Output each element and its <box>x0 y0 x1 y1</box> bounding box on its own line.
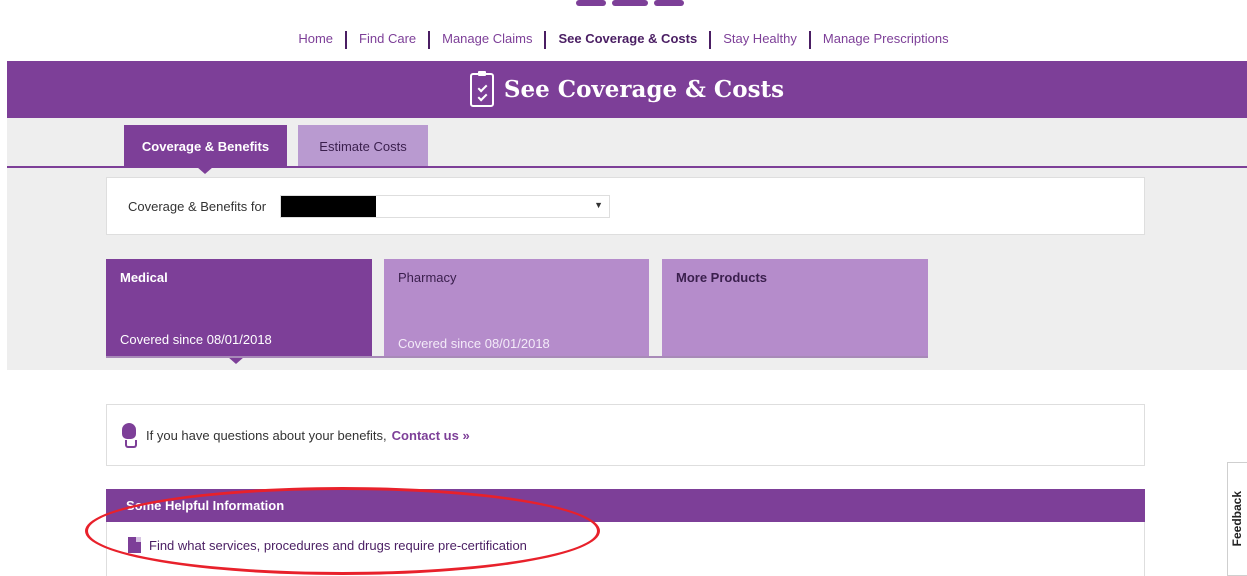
precertification-link[interactable]: Find what services, procedures and drugs… <box>128 537 527 553</box>
product-title: Medical <box>120 270 168 285</box>
coverage-for-label: Coverage & Benefits for <box>128 198 267 214</box>
feedback-label: Feedback <box>1230 491 1244 547</box>
member-dropdown[interactable]: ▼ <box>280 194 611 218</box>
coverage-tabs: Coverage & Benefits Estimate Costs <box>124 125 428 174</box>
help-text: If you have questions about your benefit… <box>146 427 387 443</box>
pdf-icon <box>128 537 141 553</box>
coverage-since: Covered since 08/01/2018 <box>120 332 272 347</box>
dropdown-caret-icon: ▼ <box>594 199 604 210</box>
nav-manage-claims[interactable]: Manage Claims <box>430 30 544 48</box>
nav-manage-prescriptions[interactable]: Manage Prescriptions <box>811 30 961 48</box>
tab-coverage-benefits[interactable]: Coverage & Benefits <box>124 125 287 174</box>
tab-divider <box>7 166 1247 168</box>
coverage-member-selector: Coverage & Benefits for ▼ <box>106 177 1145 235</box>
precertification-link-text[interactable]: Find what services, procedures and drugs… <box>149 538 527 553</box>
product-title: More Products <box>676 270 768 285</box>
help-callout: If you have questions about your benefit… <box>106 404 1145 466</box>
helpful-info-header: Some Helpful Information <box>106 489 1145 522</box>
tab-estimate-costs[interactable]: Estimate Costs <box>298 125 428 167</box>
clipboard-checklist-icon <box>469 70 494 107</box>
aetna-logo[interactable] <box>574 0 694 12</box>
feedback-tab[interactable]: Feedback <box>1227 462 1247 576</box>
contact-us-link[interactable]: Contact us » <box>392 428 470 443</box>
product-card-more-products[interactable]: More Products <box>662 259 928 357</box>
product-card-medical[interactable]: Medical Covered since 08/01/2018 <box>106 259 372 364</box>
product-title: Pharmacy <box>398 270 457 285</box>
product-cards-divider <box>106 356 928 358</box>
page-banner: See Coverage & Costs <box>7 61 1247 118</box>
page-title: See Coverage & Costs <box>503 76 785 103</box>
nav-see-coverage-costs[interactable]: See Coverage & Costs <box>546 30 709 48</box>
nav-home[interactable]: Home <box>286 30 345 48</box>
coverage-since: Covered since 08/01/2018 <box>398 336 550 351</box>
product-card-pharmacy[interactable]: Pharmacy Covered since 08/01/2018 <box>384 259 649 357</box>
redacted-member-name <box>281 195 377 217</box>
nav-stay-healthy[interactable]: Stay Healthy <box>711 30 809 48</box>
top-navigation: Home Find Care Manage Claims See Coverage &… <box>0 30 1247 49</box>
nav-find-care[interactable]: Find Care <box>347 30 428 48</box>
lightbulb-icon <box>122 423 137 448</box>
